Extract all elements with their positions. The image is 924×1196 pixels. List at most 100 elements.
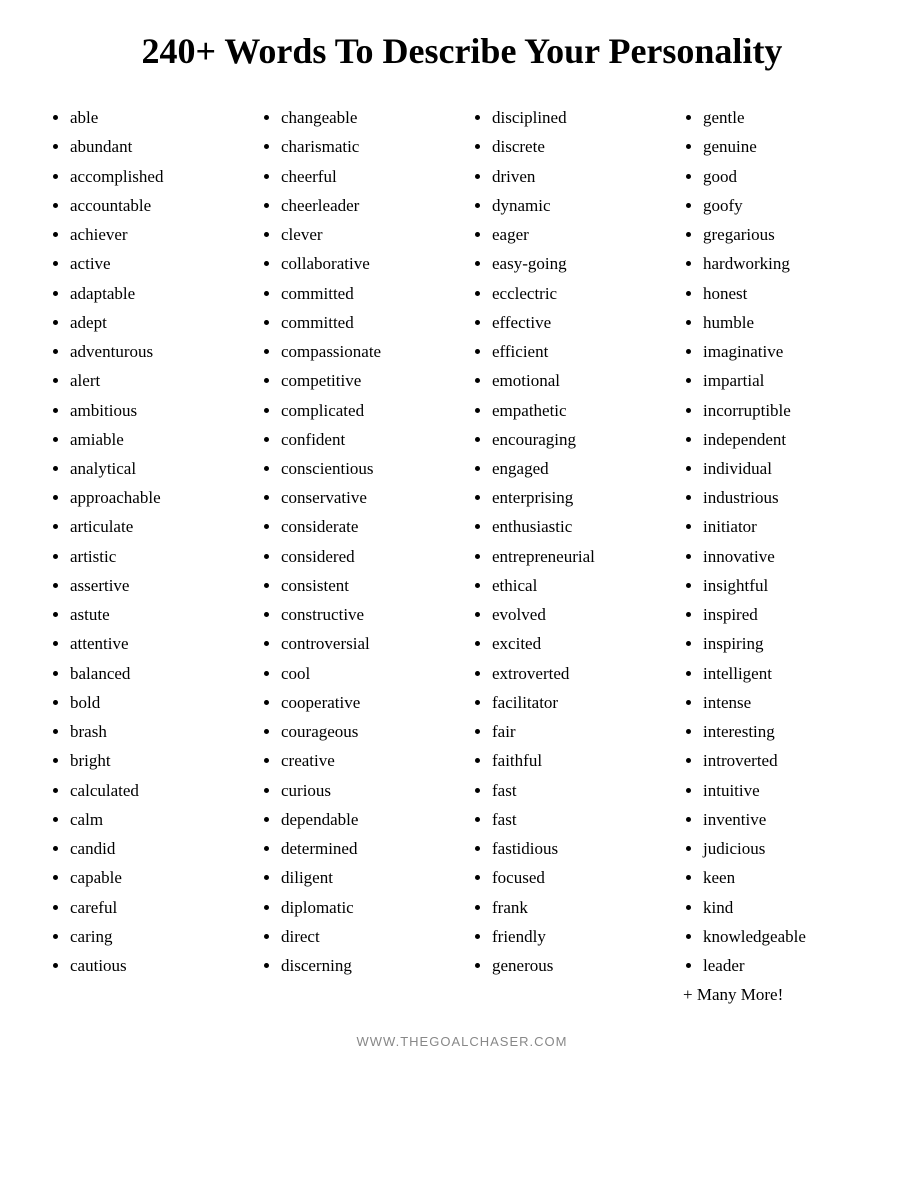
- list-item: facilitator: [492, 688, 663, 717]
- list-item: calm: [70, 805, 241, 834]
- list-item: driven: [492, 162, 663, 191]
- list-item: eager: [492, 220, 663, 249]
- list-item: intense: [703, 688, 874, 717]
- list-item: inspiring: [703, 629, 874, 658]
- list-item: competitive: [281, 366, 452, 395]
- list-item: faithful: [492, 746, 663, 775]
- more-items: + Many More!: [683, 980, 874, 1009]
- list-item: humble: [703, 308, 874, 337]
- list-item: entrepreneurial: [492, 542, 663, 571]
- list-item: intuitive: [703, 776, 874, 805]
- list-item: ethical: [492, 571, 663, 600]
- list-item: clever: [281, 220, 452, 249]
- list-item: introverted: [703, 746, 874, 775]
- list-item: leader: [703, 951, 874, 980]
- list-item: imaginative: [703, 337, 874, 366]
- list-item: complicated: [281, 396, 452, 425]
- list-item: ecclectric: [492, 279, 663, 308]
- more-label: + Many More!: [683, 980, 874, 1009]
- list-item: ambitious: [70, 396, 241, 425]
- list-item: interesting: [703, 717, 874, 746]
- list-item: achiever: [70, 220, 241, 249]
- list-item: balanced: [70, 659, 241, 688]
- list-item: considerate: [281, 512, 452, 541]
- list-item: cheerleader: [281, 191, 452, 220]
- list-item: frank: [492, 893, 663, 922]
- list-item: efficient: [492, 337, 663, 366]
- list-item: committed: [281, 308, 452, 337]
- list-item: gentle: [703, 103, 874, 132]
- list-item: cautious: [70, 951, 241, 980]
- list-item: direct: [281, 922, 452, 951]
- list-item: goofy: [703, 191, 874, 220]
- list-item: gregarious: [703, 220, 874, 249]
- list-item: extroverted: [492, 659, 663, 688]
- list-item: bold: [70, 688, 241, 717]
- list-item: cooperative: [281, 688, 452, 717]
- list-item: diligent: [281, 863, 452, 892]
- list-item: accountable: [70, 191, 241, 220]
- list-item: industrious: [703, 483, 874, 512]
- list-item: easy-going: [492, 249, 663, 278]
- list-item: independent: [703, 425, 874, 454]
- column-4: gentlegenuinegoodgoofygregarioushardwork…: [673, 103, 884, 1009]
- list-item: enthusiastic: [492, 512, 663, 541]
- list-item: caring: [70, 922, 241, 951]
- list-item: approachable: [70, 483, 241, 512]
- list-item: hardworking: [703, 249, 874, 278]
- list-item: evolved: [492, 600, 663, 629]
- list-item: calculated: [70, 776, 241, 805]
- list-item: good: [703, 162, 874, 191]
- list-item: creative: [281, 746, 452, 775]
- list-item: dynamic: [492, 191, 663, 220]
- column-1: ableabundantaccomplishedaccountableachie…: [40, 103, 251, 1009]
- list-item: careful: [70, 893, 241, 922]
- list-item: artistic: [70, 542, 241, 571]
- list-item: controversial: [281, 629, 452, 658]
- list-item: cool: [281, 659, 452, 688]
- word-list-3: disciplineddiscretedrivendynamiceagereas…: [472, 103, 663, 980]
- list-item: assertive: [70, 571, 241, 600]
- list-item: initiator: [703, 512, 874, 541]
- list-item: curious: [281, 776, 452, 805]
- list-item: inventive: [703, 805, 874, 834]
- list-item: honest: [703, 279, 874, 308]
- list-item: genuine: [703, 132, 874, 161]
- list-item: excited: [492, 629, 663, 658]
- list-item: kind: [703, 893, 874, 922]
- list-item: changeable: [281, 103, 452, 132]
- list-item: focused: [492, 863, 663, 892]
- list-item: diplomatic: [281, 893, 452, 922]
- list-item: fast: [492, 805, 663, 834]
- list-item: considered: [281, 542, 452, 571]
- list-item: innovative: [703, 542, 874, 571]
- list-item: discrete: [492, 132, 663, 161]
- word-list-2: changeablecharismaticcheerfulcheerleader…: [261, 103, 452, 980]
- list-item: collaborative: [281, 249, 452, 278]
- list-item: keen: [703, 863, 874, 892]
- list-item: generous: [492, 951, 663, 980]
- list-item: judicious: [703, 834, 874, 863]
- list-item: determined: [281, 834, 452, 863]
- list-item: individual: [703, 454, 874, 483]
- list-item: cheerful: [281, 162, 452, 191]
- list-item: conservative: [281, 483, 452, 512]
- list-item: consistent: [281, 571, 452, 600]
- list-item: abundant: [70, 132, 241, 161]
- list-item: dependable: [281, 805, 452, 834]
- list-item: emotional: [492, 366, 663, 395]
- page-title: 240+ Words To Describe Your Personality: [40, 30, 884, 73]
- list-item: intelligent: [703, 659, 874, 688]
- column-3: disciplineddiscretedrivendynamiceagereas…: [462, 103, 673, 1009]
- list-item: adventurous: [70, 337, 241, 366]
- word-list-1: ableabundantaccomplishedaccountableachie…: [50, 103, 241, 980]
- list-item: alert: [70, 366, 241, 395]
- list-item: conscientious: [281, 454, 452, 483]
- list-item: brash: [70, 717, 241, 746]
- list-item: constructive: [281, 600, 452, 629]
- list-item: friendly: [492, 922, 663, 951]
- list-item: insightful: [703, 571, 874, 600]
- list-item: engaged: [492, 454, 663, 483]
- list-item: articulate: [70, 512, 241, 541]
- list-item: disciplined: [492, 103, 663, 132]
